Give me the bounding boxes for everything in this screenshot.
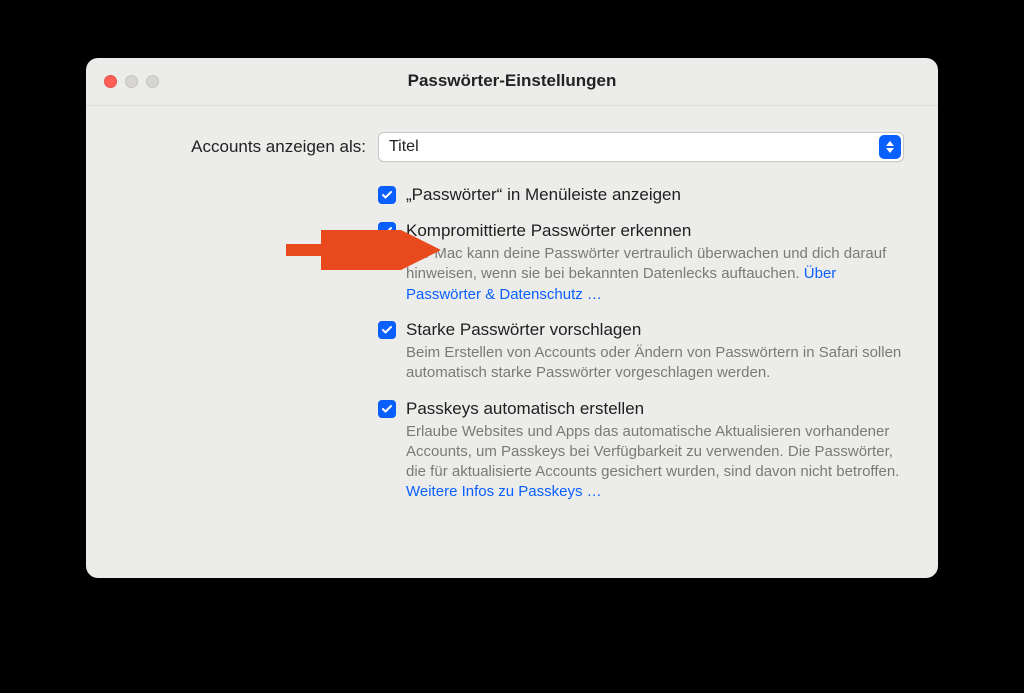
checkbox-show-in-menubar[interactable] (378, 186, 396, 204)
option-show-in-menubar: „Passwörter“ in Menüleiste anzeigen (378, 184, 902, 206)
check-icon (381, 403, 393, 415)
display-accounts-row: Accounts anzeigen als: Titel (120, 132, 904, 162)
titlebar: Passwörter-Einstellungen (86, 58, 938, 106)
option-description: Der Mac kann deine Passwörter vertraulic… (406, 244, 902, 305)
option-description: Erlaube Websites und Apps das automatisc… (406, 422, 902, 503)
check-icon (381, 189, 393, 201)
content-area: Accounts anzeigen als: Titel „Passwörter… (86, 106, 938, 531)
display-accounts-value: Titel (389, 138, 419, 156)
passkeys-link[interactable]: Weitere Infos zu Passkeys … (406, 483, 602, 500)
window-title: Passwörter-Einstellungen (86, 71, 938, 91)
option-detect-compromised: Kompromittierte Passwörter erkennen Der … (378, 220, 902, 305)
option-label: „Passwörter“ in Menüleiste anzeigen (406, 184, 902, 206)
option-label: Starke Passwörter vorschlagen (406, 319, 902, 341)
check-icon (381, 324, 393, 336)
option-label: Kompromittierte Passwörter erkennen (406, 220, 902, 242)
chevron-up-down-icon (879, 135, 901, 159)
options-list: „Passwörter“ in Menüleiste anzeigen Komp… (378, 184, 902, 503)
check-icon (381, 225, 393, 237)
checkbox-detect-compromised[interactable] (378, 222, 396, 240)
display-accounts-label: Accounts anzeigen als: (120, 137, 366, 157)
checkbox-suggest-strong[interactable] (378, 321, 396, 339)
option-suggest-strong: Starke Passwörter vorschlagen Beim Erste… (378, 319, 902, 384)
display-accounts-select[interactable]: Titel (378, 132, 904, 162)
option-description: Beim Erstellen von Accounts oder Ändern … (406, 343, 902, 384)
checkbox-auto-passkeys[interactable] (378, 400, 396, 418)
preferences-window: Passwörter-Einstellungen Accounts anzeig… (86, 58, 938, 578)
option-label: Passkeys automatisch erstellen (406, 398, 902, 420)
option-auto-passkeys: Passkeys automatisch erstellen Erlaube W… (378, 398, 902, 503)
